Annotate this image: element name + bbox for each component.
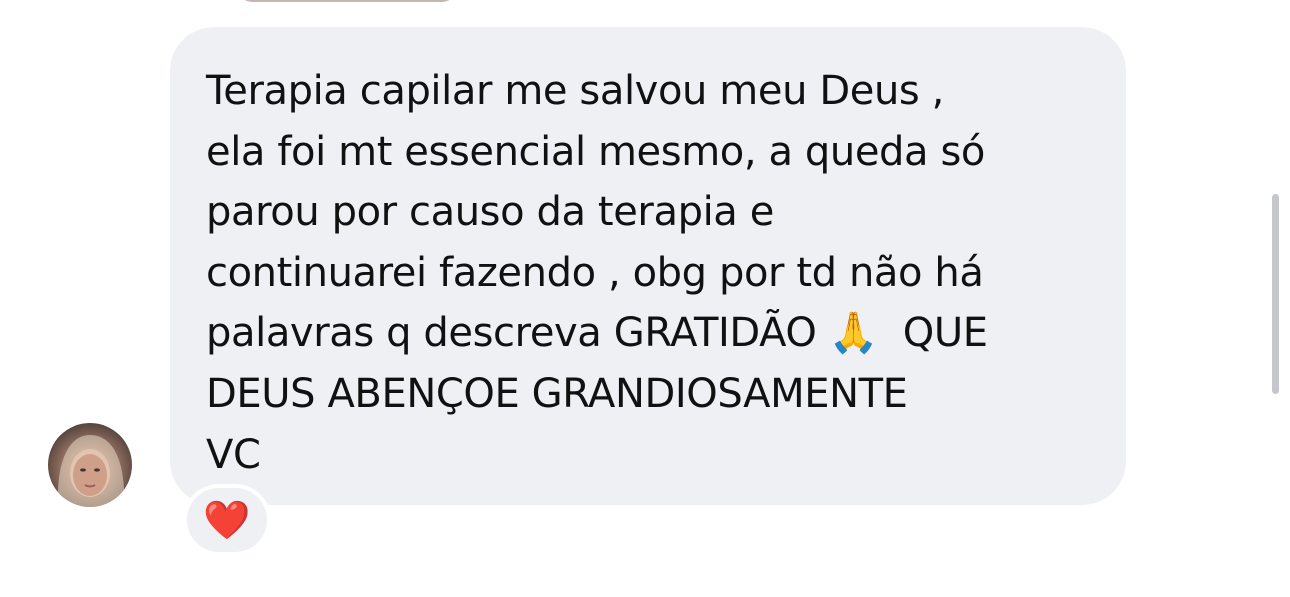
reaction-badge[interactable]: ❤️: [183, 484, 271, 556]
sender-avatar[interactable]: [48, 423, 132, 507]
message-bubble[interactable]: Terapia capilar me salvou meu Deus , ela…: [170, 27, 1126, 505]
heart-icon: ❤️: [203, 497, 251, 542]
previous-message-media[interactable]: [238, 0, 456, 2]
chat-view: Terapia capilar me salvou meu Deus , ela…: [0, 0, 1290, 597]
avatar-image: [57, 435, 125, 507]
scrollbar[interactable]: [1270, 188, 1280, 398]
scrollbar-thumb[interactable]: [1272, 194, 1279, 394]
message-text: Terapia capilar me salvou meu Deus , ela…: [206, 68, 988, 478]
